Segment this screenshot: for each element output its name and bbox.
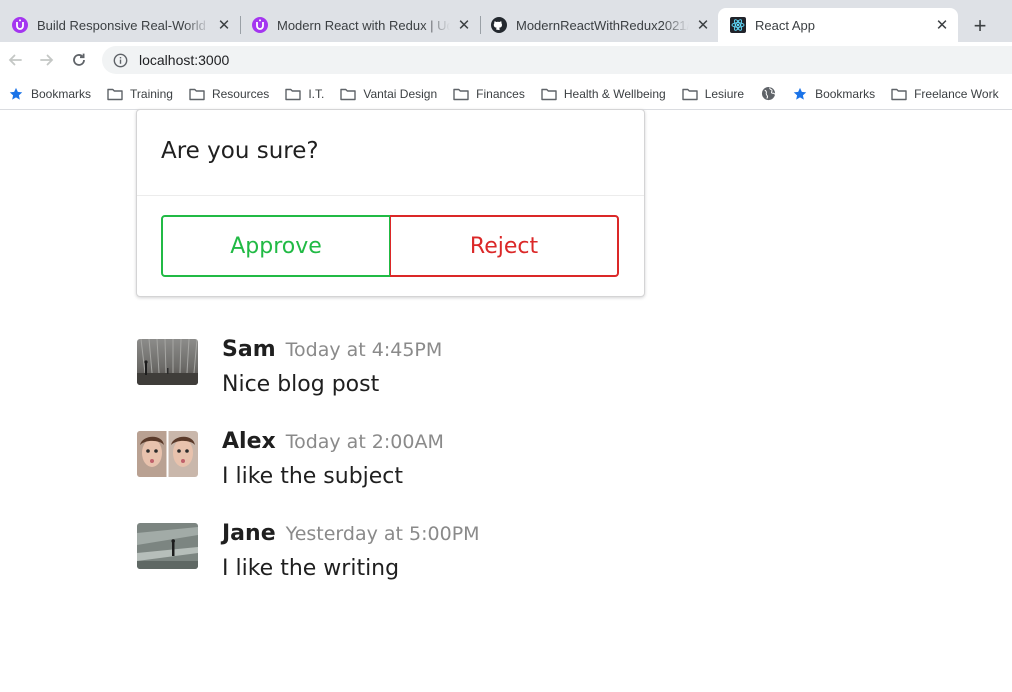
bookmark-label: Resources bbox=[211, 86, 270, 101]
back-button[interactable] bbox=[3, 48, 27, 72]
close-tab-icon[interactable]: ✕ bbox=[934, 17, 950, 33]
bookmark-label: Training bbox=[130, 86, 173, 101]
info-icon[interactable] bbox=[112, 52, 128, 68]
comment-date: Today at 2:00AM bbox=[285, 431, 444, 453]
bookmark-label: Vantai Design bbox=[363, 86, 438, 101]
comment-meta: Jane Yesterday at 5:00PM bbox=[222, 521, 822, 546]
tab-github-repo[interactable]: ModernReactWithRedux2021/redux ✕ bbox=[479, 8, 719, 42]
bookmark-label: Health & Wellbeing bbox=[563, 86, 666, 101]
bookmark-training[interactable]: Training bbox=[107, 86, 173, 102]
close-tab-icon[interactable]: ✕ bbox=[456, 17, 472, 33]
bookmark-vantai-design[interactable]: Vantai Design bbox=[340, 86, 437, 102]
folder-icon bbox=[682, 86, 698, 102]
approval-card: Are you sure? Approve Reject bbox=[136, 109, 645, 297]
page-content: Are you sure? Approve Reject Sam Today a… bbox=[0, 109, 1012, 692]
bookmark-label: Freelance Work bbox=[914, 86, 999, 101]
avatar[interactable] bbox=[137, 431, 198, 477]
reload-icon bbox=[73, 53, 85, 66]
comment-author[interactable]: Alex bbox=[222, 429, 276, 454]
folder-icon bbox=[891, 86, 907, 102]
star-icon bbox=[792, 86, 808, 102]
approval-buttons: Approve Reject bbox=[161, 215, 619, 277]
card-question: Are you sure? bbox=[161, 138, 319, 164]
bookmark-bookmarks-2[interactable]: Bookmarks bbox=[792, 86, 875, 102]
back-arrow-icon bbox=[8, 54, 22, 66]
address-bar[interactable]: localhost:3000 bbox=[102, 46, 1012, 74]
comment-author[interactable]: Sam bbox=[222, 337, 276, 362]
bookmark-it[interactable]: I.T. bbox=[285, 86, 324, 102]
udemy-icon bbox=[252, 17, 268, 33]
comment-date: Today at 4:45PM bbox=[285, 339, 443, 361]
bookmark-finances[interactable]: Finances bbox=[453, 86, 525, 102]
tab-strip: Build Responsive Real-World Websites ✕ M… bbox=[0, 0, 1012, 42]
folder-icon bbox=[340, 86, 357, 102]
tab-build-responsive[interactable]: Build Responsive Real-World Websites ✕ bbox=[0, 8, 240, 42]
bookmark-label: Bookmarks bbox=[31, 86, 92, 101]
star-icon bbox=[8, 86, 24, 102]
comment-content: Jane Yesterday at 5:00PM I like the writ… bbox=[222, 521, 822, 581]
comment-date: Yesterday at 5:00PM bbox=[285, 523, 480, 545]
react-icon bbox=[730, 17, 746, 33]
bookmark-freelance-work[interactable]: Freelance Work bbox=[891, 86, 999, 102]
bookmark-lesiure[interactable]: Lesiure bbox=[682, 86, 744, 102]
comment-meta: Sam Today at 4:45PM bbox=[222, 337, 822, 362]
comment-text: Nice blog post bbox=[222, 372, 380, 397]
approve-button[interactable]: Approve bbox=[161, 215, 390, 277]
bookmark-label: Bookmarks bbox=[815, 86, 876, 101]
bookmarks-bar: Bookmarks Training Resources I.T. Vantai… bbox=[0, 78, 1012, 110]
tab-title: Modern React with Redux | Udemy bbox=[277, 17, 450, 33]
bookmark-health-wellbeing[interactable]: Health & Wellbeing bbox=[541, 86, 666, 102]
avatar[interactable] bbox=[137, 339, 198, 385]
bookmark-resources[interactable]: Resources bbox=[189, 86, 269, 102]
close-tab-icon[interactable]: ✕ bbox=[695, 17, 711, 33]
comment-author[interactable]: Jane bbox=[222, 521, 276, 546]
bookmark-globe[interactable] bbox=[760, 86, 776, 102]
reload-button[interactable] bbox=[67, 48, 91, 72]
folder-icon bbox=[107, 86, 123, 102]
forward-button[interactable] bbox=[35, 48, 59, 72]
tab-title: Build Responsive Real-World Websites bbox=[37, 17, 210, 33]
tab-title: React App bbox=[755, 17, 815, 33]
comment-content: Alex Today at 2:00AM I like the subject bbox=[222, 429, 822, 489]
tab-modern-react[interactable]: Modern React with Redux | Udemy ✕ bbox=[240, 8, 480, 42]
comment-text: I like the writing bbox=[222, 556, 400, 581]
udemy-icon bbox=[12, 17, 28, 33]
tab-title: ModernReactWithRedux2021/redux bbox=[516, 17, 689, 33]
new-tab-button[interactable]: + bbox=[968, 14, 992, 38]
card-header: Are you sure? bbox=[137, 110, 644, 196]
reject-button[interactable]: Reject bbox=[390, 215, 619, 277]
bookmark-label: Lesiure bbox=[704, 86, 745, 101]
forward-arrow-icon bbox=[40, 54, 54, 66]
github-icon bbox=[491, 17, 507, 33]
bookmark-bookmarks[interactable]: Bookmarks bbox=[8, 86, 91, 102]
bookmark-label: Finances bbox=[476, 86, 525, 101]
comment-meta: Alex Today at 2:00AM bbox=[222, 429, 822, 454]
url-text[interactable]: localhost:3000 bbox=[139, 52, 229, 68]
comment-content: Sam Today at 4:45PM Nice blog post bbox=[222, 337, 822, 397]
bookmark-label: I.T. bbox=[308, 86, 325, 101]
folder-icon bbox=[541, 86, 557, 102]
tab-react-app[interactable]: React App ✕ bbox=[718, 8, 958, 42]
avatar[interactable] bbox=[137, 523, 198, 569]
folder-icon bbox=[285, 86, 302, 102]
folder-icon bbox=[453, 86, 469, 102]
globe-icon bbox=[760, 86, 776, 102]
close-tab-icon[interactable]: ✕ bbox=[216, 17, 232, 33]
browser-toolbar: localhost:3000 bbox=[0, 42, 1012, 78]
comment-text: I like the subject bbox=[222, 464, 404, 489]
folder-icon bbox=[189, 86, 205, 102]
